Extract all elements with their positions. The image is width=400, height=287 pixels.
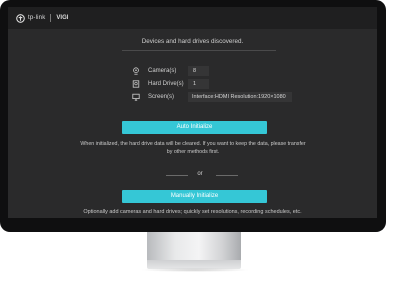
screen-info-row: Screen(s) Interface:HDMI Resolution:1920… (132, 91, 292, 102)
screen-label: Screen(s) (148, 93, 175, 100)
monitor-screen: tp-link VIGI Devices and hard drives dis… (8, 7, 377, 218)
hard-drive-label: Hard Drive(s) (148, 80, 184, 87)
brand-logo: tp-link VIGI (16, 12, 68, 24)
tp-link-logo-icon (16, 13, 25, 23)
camera-label: Camera(s) (148, 67, 177, 74)
stand-shadow (140, 268, 250, 272)
manual-initialize-description: Optionally add cameras and hard drives; … (83, 209, 302, 215)
manual-initialize-button[interactable]: Manually Initialize (122, 190, 267, 203)
screen-details: Interface:HDMI Resolution:1920×1080 (188, 91, 292, 102)
hard-drive-icon (132, 79, 140, 88)
monitor-stand-neck (147, 232, 241, 262)
logo-divider (50, 14, 52, 22)
monitor-icon (132, 93, 140, 101)
top-bar: tp-link VIGI (8, 7, 377, 29)
monitor-bezel: tp-link VIGI Devices and hard drives dis… (0, 0, 386, 232)
brand-name: tp-link (28, 15, 46, 21)
or-separator-text: or (197, 171, 203, 177)
camera-icon (133, 66, 139, 75)
auto-initialize-button[interactable]: Auto Initialize (122, 121, 267, 134)
product-name: VIGI (56, 15, 69, 21)
hard-drive-count: 1 (188, 78, 209, 89)
discovery-headline: Devices and hard drives discovered. (141, 38, 244, 45)
or-divider-right (216, 175, 238, 176)
headline-divider (122, 50, 276, 51)
monitor-mockup: tp-link VIGI Devices and hard drives dis… (0, 0, 400, 287)
or-divider-left (166, 175, 188, 176)
camera-count: 8 (188, 65, 209, 76)
auto-initialize-warning: When initialized, the hard drive data wi… (80, 141, 306, 155)
camera-count-row: Camera(s) 8 (132, 65, 209, 76)
hard-drive-count-row: Hard Drive(s) 1 (132, 78, 209, 89)
